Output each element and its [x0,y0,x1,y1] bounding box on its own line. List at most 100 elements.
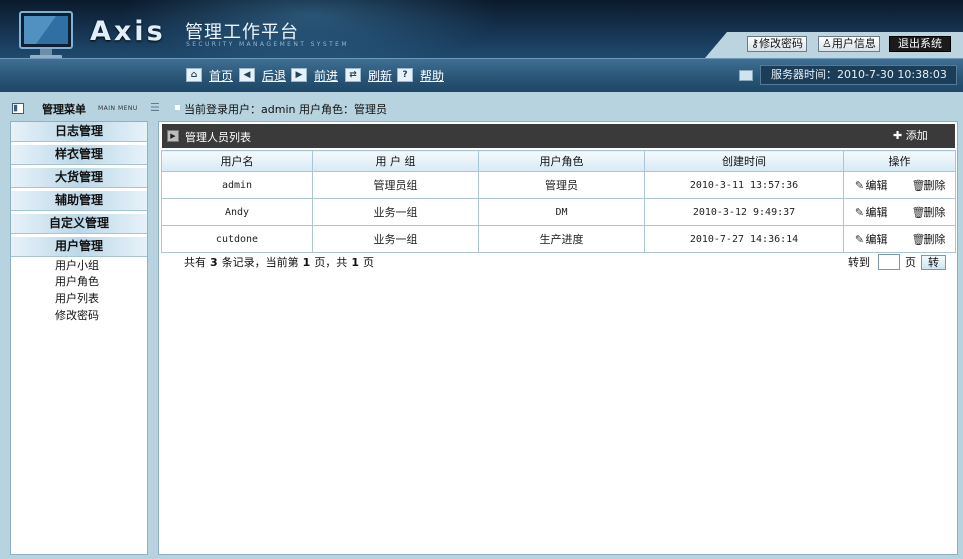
add-label: 添加 [905,129,928,142]
col-username[interactable]: 用户名 [161,150,313,172]
edit-button[interactable]: ✎编辑 [853,233,888,246]
home-icon[interactable]: ⌂ [186,68,202,82]
cell-actions: ✎编辑 🗑删除 [843,171,956,199]
pager-suffix: 页 [362,256,374,269]
table-row: cutdone 业务一组 生产进度 2010-7-27 14:36:14 ✎编辑… [161,225,956,253]
cell-username: cutdone [161,225,313,253]
trash-icon: 🗑 [911,206,926,219]
back-icon[interactable]: ◀ [239,68,255,82]
drag-handle-icon[interactable]: ☰ [150,101,160,114]
edit-icon: ✎ [854,206,865,219]
edit-button[interactable]: ✎编辑 [853,179,888,192]
trash-icon: 🗑 [911,179,926,192]
delete-label: 删除 [923,206,946,219]
user-info-label: 用户信息 [831,37,876,50]
goto-unit: 页 [905,256,916,269]
user-table: 用户名 用 户 组 用户角色 创建时间 操作 admin 管理员组 管理员 20… [161,150,956,253]
sidebar-item-user-group[interactable]: 用户小组 [55,259,99,273]
col-role[interactable]: 用户角色 [478,150,645,172]
pagination-info: 共有 3 条记录，当前第 1 页，共 1 页 [184,254,374,270]
delete-label: 删除 [923,233,946,246]
back-link[interactable]: 后退 [262,68,286,84]
cell-group: 业务一组 [312,225,479,253]
delete-button[interactable]: 🗑删除 [912,179,946,192]
header-glow [120,0,500,58]
sidebar-section-log[interactable]: 日志管理 [11,122,147,142]
col-actions: 操作 [843,150,956,172]
cell-actions: ✎编辑 🗑删除 [843,198,956,226]
edit-label: 编辑 [865,179,888,192]
pager-total-pages: 1 [351,256,359,269]
cell-role: 管理员 [478,171,645,199]
menu-grid-icon [12,103,24,114]
sidebar-section-aux[interactable]: 辅助管理 [11,191,147,211]
delete-button[interactable]: 🗑删除 [912,233,946,246]
pager-page-mid: 页，共 [314,256,348,269]
server-time-value: 2010-7-30 10:38:03 [837,68,947,81]
cell-created: 2010-3-12 9:49:37 [644,198,844,226]
cell-username: Andy [161,198,313,226]
cell-username: admin [161,171,313,199]
edit-label: 编辑 [865,206,888,219]
change-password-button[interactable]: ⚷修改密码 [747,36,808,52]
pager-prefix: 共有 [184,256,206,269]
cell-role: 生产进度 [478,225,645,253]
cell-group: 业务一组 [312,198,479,226]
goto-page-input[interactable] [878,254,900,270]
pager-records-mid: 条记录，当前第 [221,256,299,269]
table-row: Andy 业务一组 DM 2010-3-12 9:49:37 ✎编辑 🗑删除 [161,198,956,226]
sidebar-subtitle: MAIN MENU [98,105,138,112]
login-info: 当前登录用户：admin 用户角色：管理员 [184,103,387,116]
list-title-bar [162,124,955,148]
app-header: Axis 管理工作平台 SECURITY MANAGEMENT SYSTEM ⚷… [0,0,963,58]
cell-created: 2010-3-11 13:57:36 [644,171,844,199]
refresh-icon[interactable]: ⇄ [345,68,361,82]
server-time-box: 服务器时间：2010-7-30 10:38:03 [760,65,957,85]
sidebar-item-user-list[interactable]: 用户列表 [55,292,99,306]
bullet-icon [175,105,180,110]
delete-button[interactable]: 🗑删除 [912,206,946,219]
screen-icon [739,70,753,81]
change-password-label: 修改密码 [759,37,804,50]
edit-label: 编辑 [865,233,888,246]
col-created[interactable]: 创建时间 [644,150,844,172]
user-icon: ♙ [822,37,832,50]
user-info-button[interactable]: ♙用户信息 [818,36,880,52]
sidebar-item-user-role[interactable]: 用户角色 [55,275,99,289]
table-row: admin 管理员组 管理员 2010-3-11 13:57:36 ✎编辑 🗑删… [161,171,956,199]
edit-icon: ✎ [854,179,865,192]
sidebar-section-users[interactable]: 用户管理 [11,237,147,257]
edit-icon: ✎ [854,233,865,246]
goto-button[interactable]: 转 [921,255,946,270]
forward-link[interactable]: 前进 [314,68,338,84]
delete-label: 删除 [923,179,946,192]
play-icon: ▶ [167,130,179,142]
logout-button[interactable]: 退出系统 [889,36,951,52]
sidebar-title: 管理菜单 [42,103,86,116]
sidebar-item-change-password[interactable]: 修改密码 [55,309,99,323]
help-link[interactable]: 帮助 [420,68,444,84]
refresh-link[interactable]: 刷新 [368,68,392,84]
goto-label: 转到 [848,256,870,269]
sidebar-section-custom[interactable]: 自定义管理 [11,214,147,234]
platform-subtitle: SECURITY MANAGEMENT SYSTEM [186,41,349,48]
edit-button[interactable]: ✎编辑 [853,206,888,219]
col-group[interactable]: 用 户 组 [312,150,479,172]
cell-group: 管理员组 [312,171,479,199]
help-icon[interactable]: ? [397,68,413,82]
server-time-label: 服务器时间： [771,68,837,81]
monitor-logo-icon [19,11,73,58]
list-title: 管理人员列表 [185,131,251,144]
sidebar-section-bulk[interactable]: 大货管理 [11,168,147,188]
key-icon: ⚷ [751,37,760,50]
plus-icon: ✚ [893,129,906,142]
forward-icon[interactable]: ▶ [291,68,307,82]
home-link[interactable]: 首页 [209,68,233,84]
nav-toolbar: ⌂ 首页 ◀ 后退 ▶ 前进 ⇄ 刷新 ? 帮助 服务器时间：2010-7-30… [0,58,963,92]
add-button[interactable]: ✚ 添加 [893,127,928,143]
brand-logo-text: Axis [90,16,166,47]
cell-created: 2010-7-27 14:36:14 [644,225,844,253]
sidebar-section-sample[interactable]: 样衣管理 [11,145,147,165]
pager-current-page: 1 [302,256,311,269]
table-header-row: 用户名 用 户 组 用户角色 创建时间 操作 [161,150,956,172]
